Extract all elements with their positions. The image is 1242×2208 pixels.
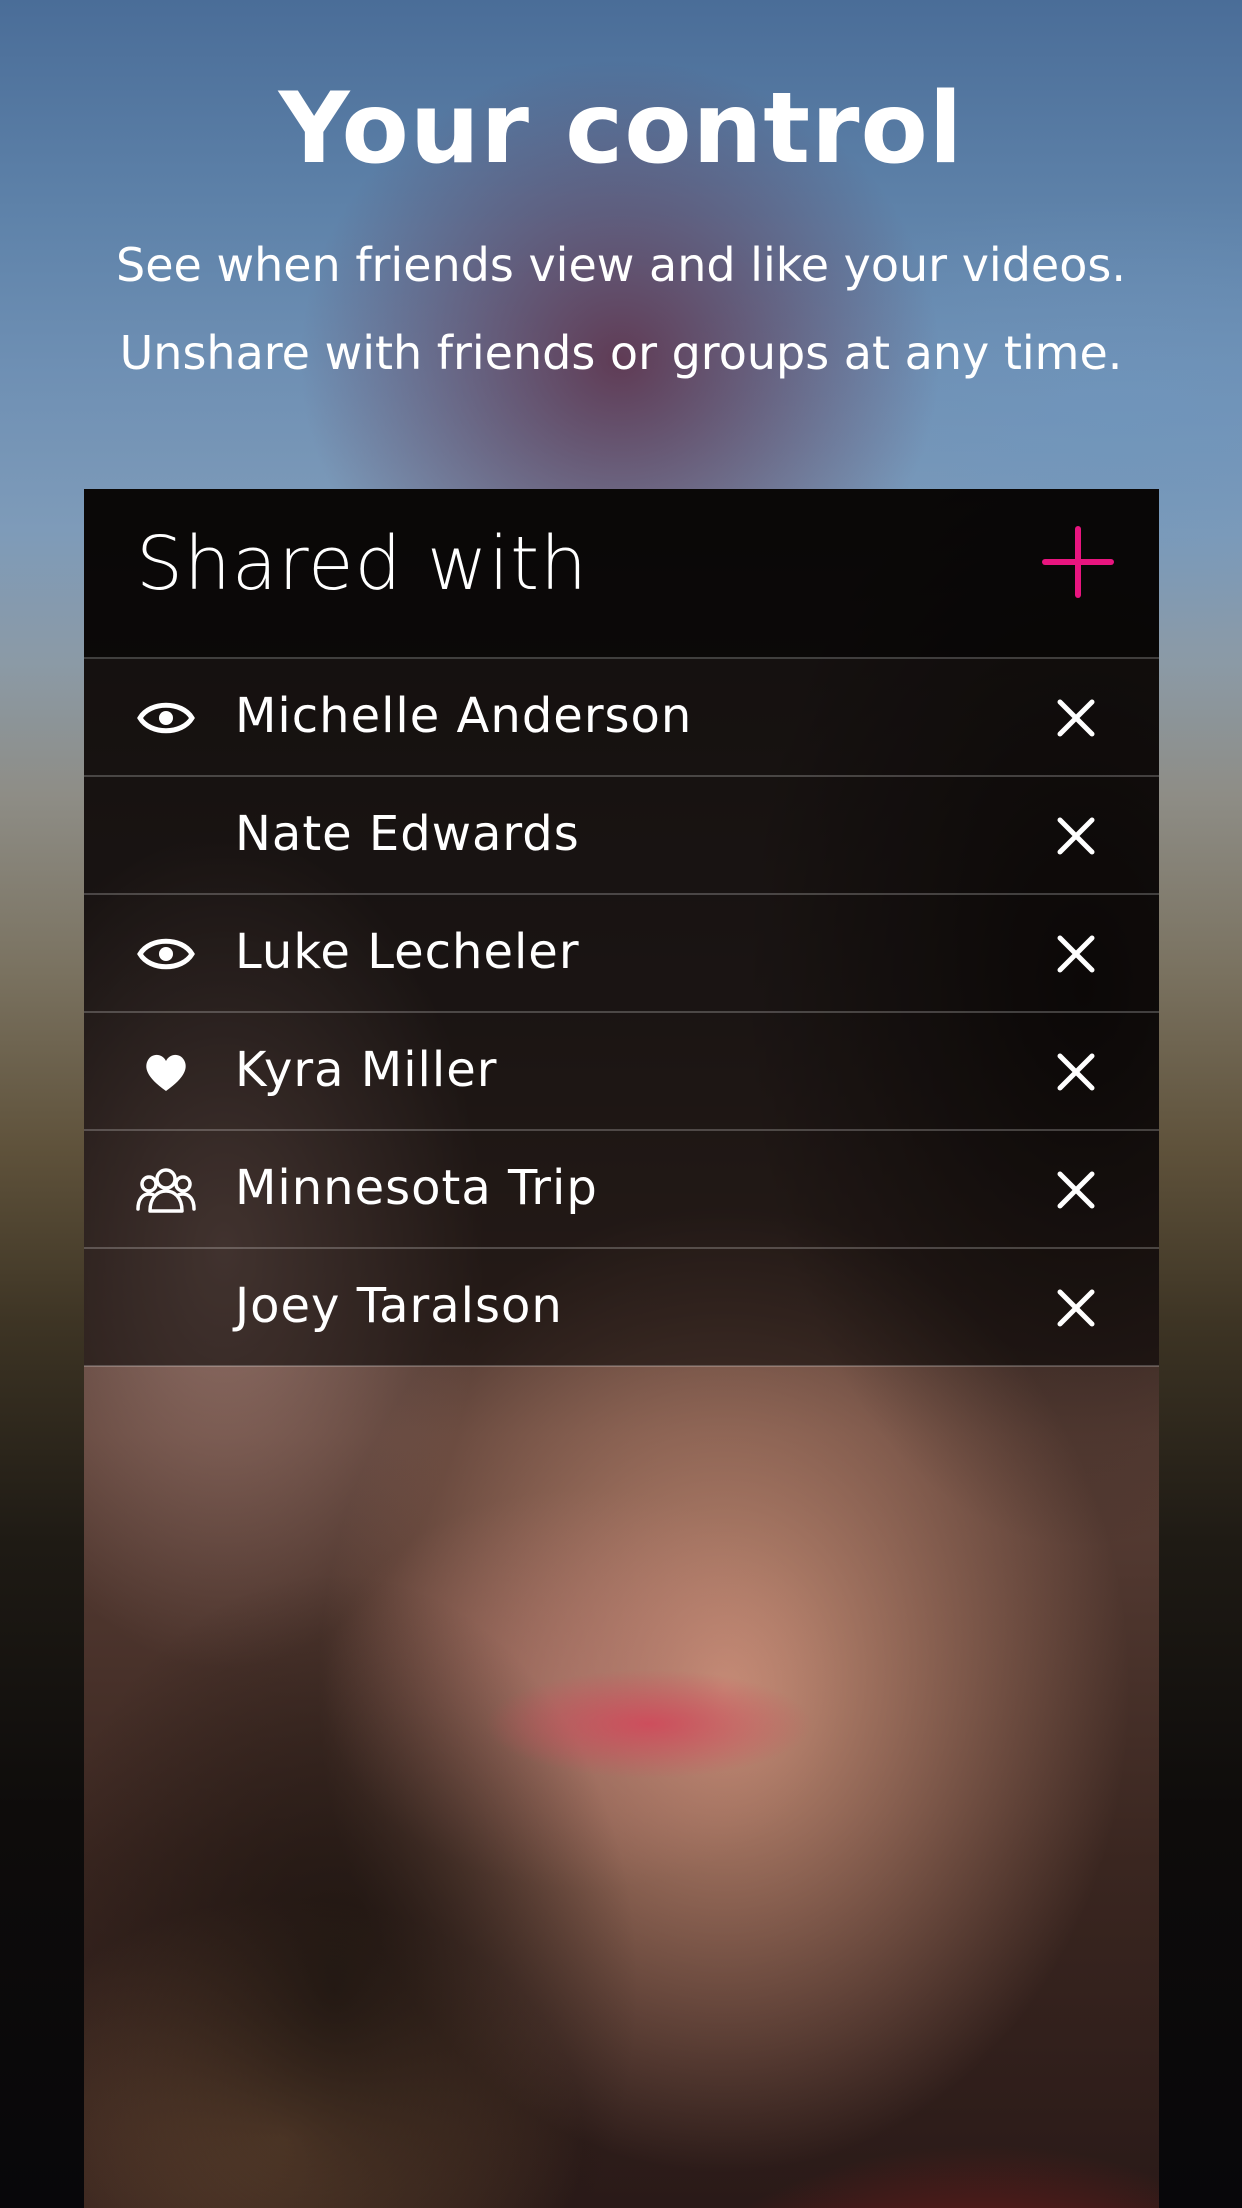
shared-list-item: Michelle Anderson	[84, 659, 1159, 777]
shared-list-item-name: Minnesota Trip	[235, 1160, 598, 1216]
remove-share-button[interactable]	[1054, 932, 1098, 976]
close-icon	[1057, 817, 1095, 855]
close-icon	[1057, 1171, 1095, 1209]
photo-detail	[484, 1669, 814, 1779]
heart-icon	[136, 1047, 196, 1097]
eye-icon	[136, 693, 196, 743]
group-icon	[136, 1165, 196, 1215]
shared-with-title: Shared with	[136, 521, 589, 607]
remove-share-button[interactable]	[1054, 814, 1098, 858]
shared-list-item-name: Joey Taralson	[235, 1278, 563, 1334]
description-line-1: See when friends view and like your vide…	[116, 238, 1126, 292]
close-icon	[1057, 1289, 1095, 1327]
shared-list-item: Minnesota Trip	[84, 1131, 1159, 1249]
page-title: Your control	[278, 72, 964, 186]
remove-share-button[interactable]	[1054, 696, 1098, 740]
remove-share-button[interactable]	[1054, 1050, 1098, 1094]
close-icon	[1057, 699, 1095, 737]
shared-list-item: Luke Lecheler	[84, 895, 1159, 1013]
plus-icon	[1042, 526, 1114, 598]
add-share-button[interactable]	[1041, 525, 1115, 599]
shared-list-item: Joey Taralson	[84, 1249, 1159, 1367]
shared-list-item-name: Luke Lecheler	[235, 924, 580, 980]
shared-list-item-name: Michelle Anderson	[235, 688, 693, 744]
shared-list-item: Kyra Miller	[84, 1013, 1159, 1131]
shared-with-card: Shared with Michelle Anderson Nate Edwar…	[84, 489, 1159, 2208]
close-icon	[1057, 1053, 1095, 1091]
description-line-2: Unshare with friends or groups at any ti…	[119, 326, 1123, 380]
shared-list-item: Nate Edwards	[84, 777, 1159, 895]
eye-icon	[136, 929, 196, 979]
card-header: Shared with	[84, 489, 1159, 659]
shared-list-item-name: Nate Edwards	[235, 806, 580, 862]
shared-list-item-name: Kyra Miller	[235, 1042, 498, 1098]
remove-share-button[interactable]	[1054, 1168, 1098, 1212]
remove-share-button[interactable]	[1054, 1286, 1098, 1330]
close-icon	[1057, 935, 1095, 973]
